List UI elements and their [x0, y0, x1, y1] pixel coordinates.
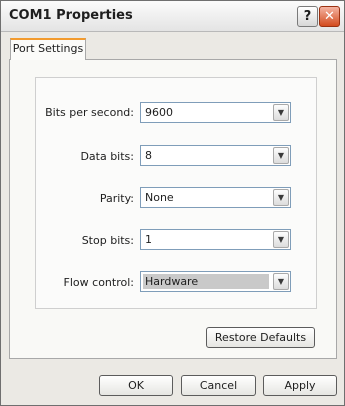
close-button[interactable]: ✕: [319, 6, 340, 27]
chevron-down-icon[interactable]: ▼: [273, 273, 289, 290]
chevron-down-icon[interactable]: ▼: [273, 147, 289, 164]
ok-button[interactable]: OK: [99, 375, 173, 396]
stop-bits-value: 1: [145, 233, 152, 246]
apply-button[interactable]: Apply: [263, 375, 337, 396]
data-bits-value: 8: [145, 149, 152, 162]
data-bits-select[interactable]: 8 ▼: [140, 145, 291, 166]
flow-control-value: Hardware: [143, 274, 269, 289]
title-bar: COM1 Properties ? ✕: [1, 1, 344, 32]
restore-defaults-button[interactable]: Restore Defaults: [206, 327, 315, 348]
data-bits-label: Data bits:: [80, 150, 134, 163]
flow-control-label: Flow control:: [63, 276, 134, 289]
window-title: COM1 Properties: [9, 8, 133, 23]
tab-port-settings[interactable]: Port Settings: [10, 38, 86, 60]
parity-label: Parity:: [99, 192, 134, 205]
parity-select[interactable]: None ▼: [140, 187, 291, 208]
close-icon: ✕: [324, 9, 335, 24]
flow-control-select[interactable]: Hardware ▼: [140, 271, 291, 292]
bits-per-second-label: Bits per second:: [45, 106, 134, 119]
chevron-down-icon[interactable]: ▼: [273, 189, 289, 206]
bits-per-second-value: 9600: [145, 106, 173, 119]
stop-bits-label: Stop bits:: [81, 234, 134, 247]
help-icon: ?: [303, 9, 312, 24]
properties-dialog: COM1 Properties ? ✕ Port Settings Bits p…: [0, 0, 345, 406]
parity-value: None: [145, 191, 174, 204]
cancel-button[interactable]: Cancel: [181, 375, 256, 396]
stop-bits-select[interactable]: 1 ▼: [140, 229, 291, 250]
help-button[interactable]: ?: [297, 6, 318, 27]
chevron-down-icon[interactable]: ▼: [273, 104, 289, 121]
bits-per-second-select[interactable]: 9600 ▼: [140, 102, 291, 123]
chevron-down-icon[interactable]: ▼: [273, 231, 289, 248]
